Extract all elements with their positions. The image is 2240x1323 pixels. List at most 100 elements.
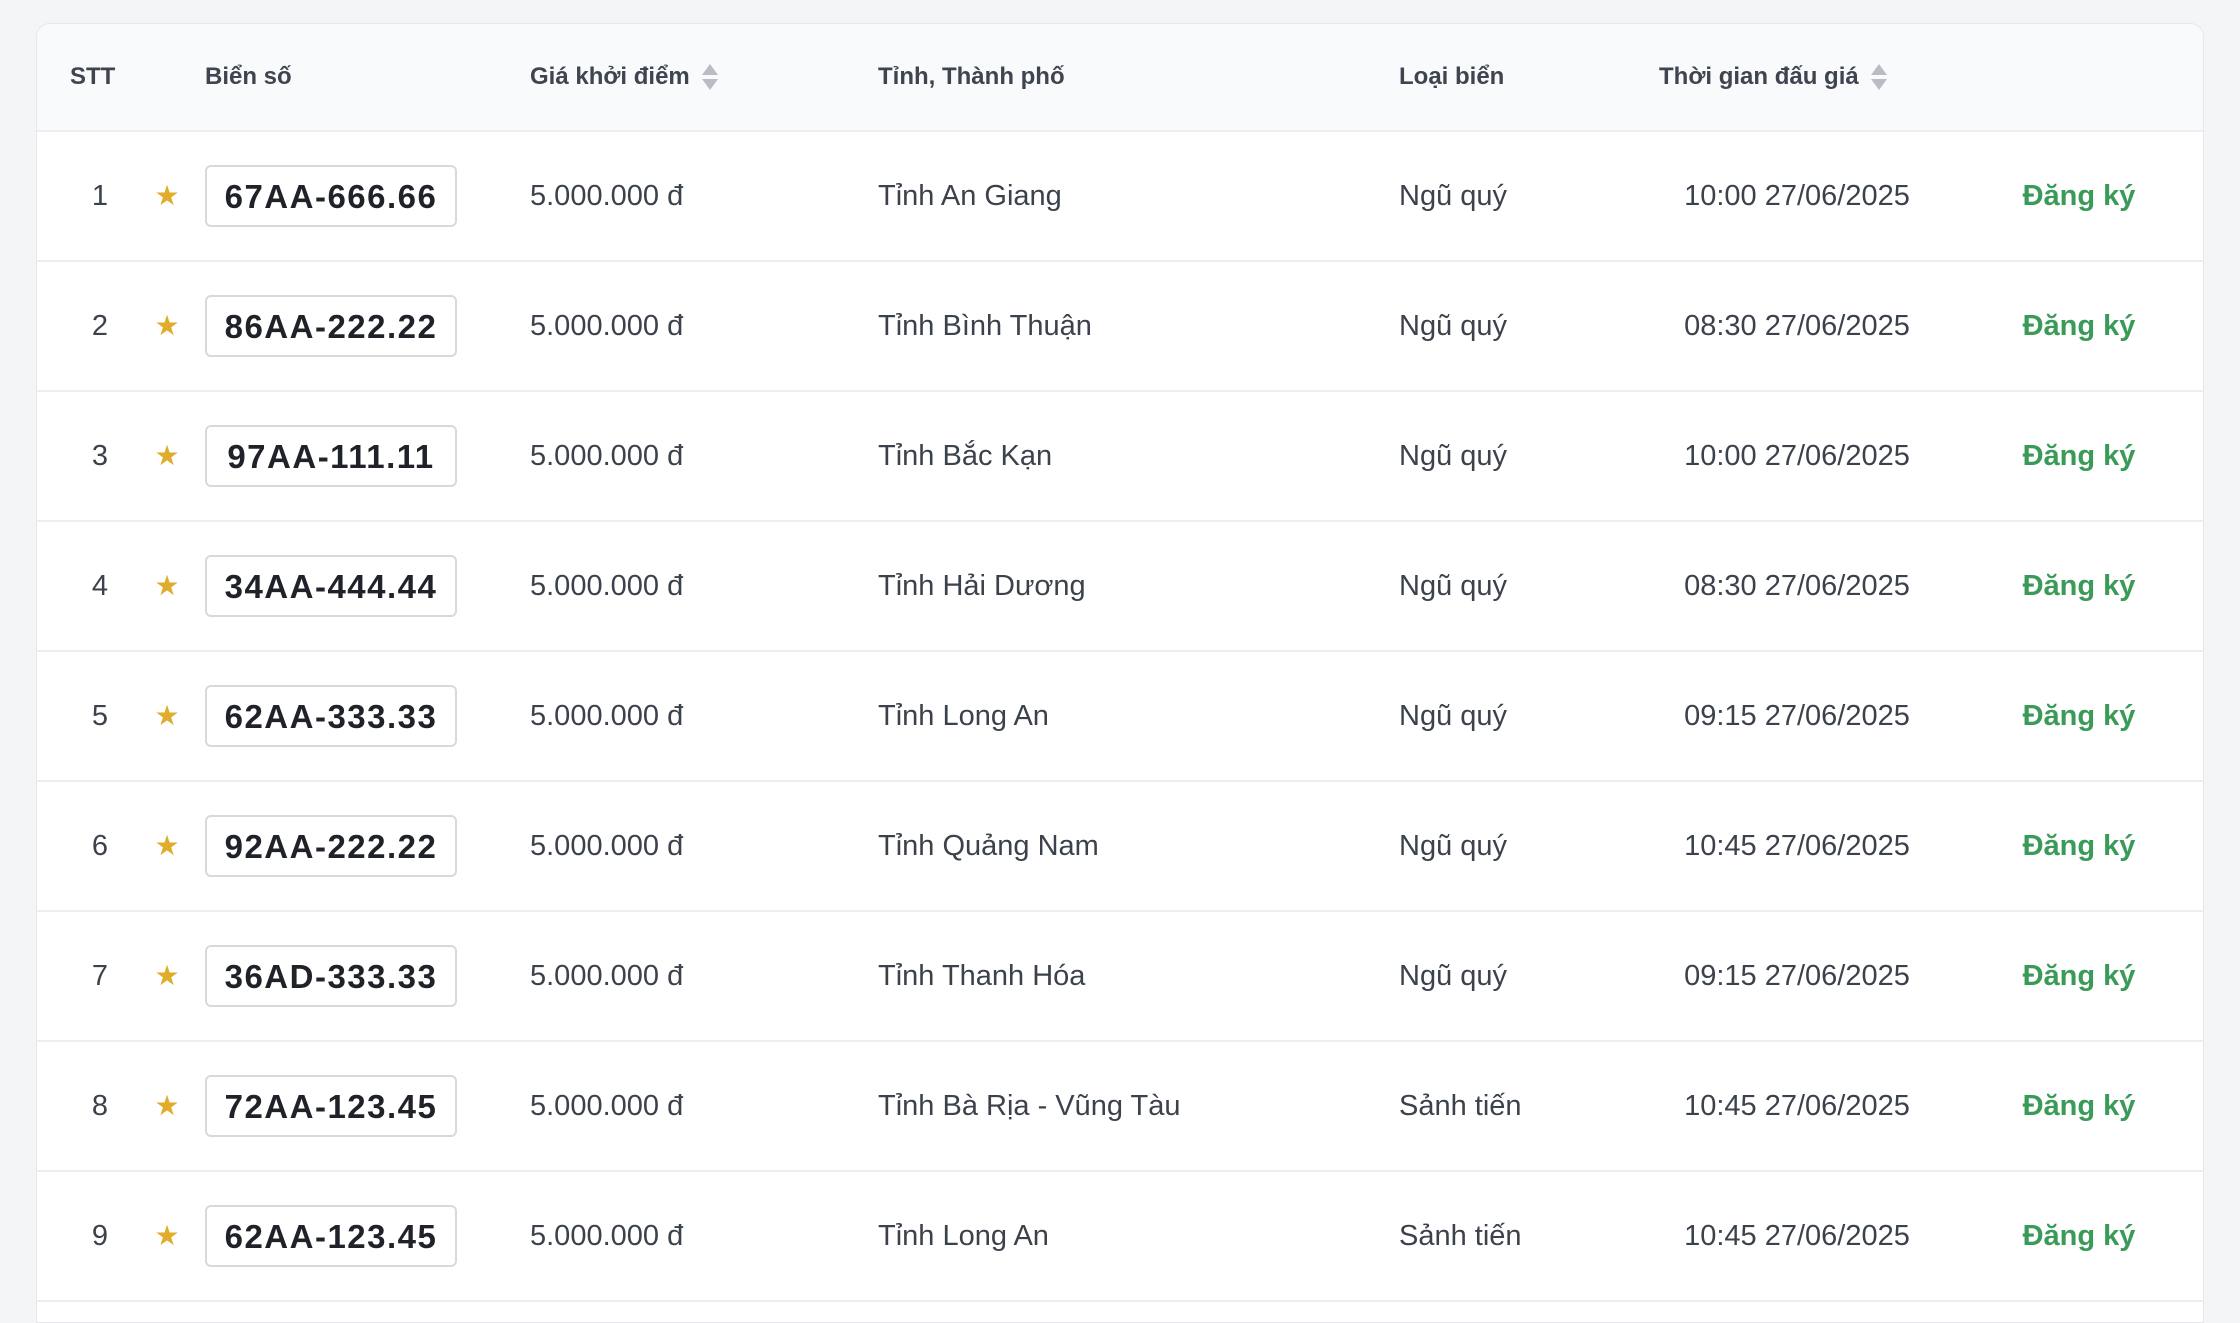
action-cell: Đăng ký bbox=[1987, 912, 2171, 1040]
province-name: Tỉnh Quảng Nam bbox=[878, 829, 1099, 862]
province-cell: Tỉnh An Giang bbox=[878, 132, 1062, 260]
row-stt: 1 bbox=[37, 132, 147, 260]
auction-table: STT Biển số Giá khởi điểm Tỉnh, Thành ph… bbox=[36, 23, 2204, 1323]
type-cell: Ngũ quý bbox=[1399, 652, 1507, 780]
register-button[interactable]: Đăng ký bbox=[2023, 310, 2136, 343]
table-row: 4 ★ 34AA-444.44 5.000.000 đ Tỉnh Hải Dươ… bbox=[37, 522, 2203, 652]
action-cell: Đăng ký bbox=[1987, 262, 2171, 390]
auction-time: 09:15 27/06/2025 bbox=[1684, 959, 1910, 992]
time-cell: 10:45 27/06/2025 bbox=[1607, 1172, 1987, 1300]
license-plate[interactable]: 34AA-444.44 bbox=[205, 555, 457, 617]
row-stt-value: 1 bbox=[91, 179, 109, 212]
province-cell: Tỉnh Quảng Nam bbox=[878, 782, 1099, 910]
row-stt-value: 3 bbox=[91, 439, 109, 472]
plate-type: Ngũ quý bbox=[1399, 959, 1508, 992]
starting-price: 5.000.000 đ bbox=[530, 1219, 684, 1252]
type-cell: Ngũ quý bbox=[1399, 912, 1507, 1040]
plate-type: Sảnh tiến bbox=[1399, 1089, 1522, 1122]
license-plate[interactable]: 92AA-222.22 bbox=[205, 815, 457, 877]
starting-price: 5.000.000 đ bbox=[530, 309, 684, 342]
plate-type: Sảnh tiến bbox=[1399, 1219, 1522, 1252]
starting-price: 5.000.000 đ bbox=[530, 699, 684, 732]
register-button[interactable]: Đăng ký bbox=[2023, 1220, 2136, 1253]
license-plate[interactable]: 86AA-222.22 bbox=[205, 295, 457, 357]
plate-type: Ngũ quý bbox=[1399, 699, 1508, 732]
action-cell: Đăng ký bbox=[1987, 782, 2171, 910]
price-cell: 5.000.000 đ bbox=[530, 1172, 683, 1300]
action-cell: Đăng ký bbox=[1987, 522, 2171, 650]
table-row: 8 ★ 72AA-123.45 5.000.000 đ Tỉnh Bà Rịa … bbox=[37, 1042, 2203, 1172]
star-icon[interactable]: ★ bbox=[154, 1222, 179, 1250]
license-plate[interactable]: 97AA-111.11 bbox=[205, 425, 457, 487]
register-button[interactable]: Đăng ký bbox=[2023, 830, 2136, 863]
price-cell: 5.000.000 đ bbox=[530, 1042, 683, 1170]
license-plate[interactable]: 72AA-123.45 bbox=[205, 1075, 457, 1137]
plate-type: Ngũ quý bbox=[1399, 309, 1508, 342]
star-icon[interactable]: ★ bbox=[154, 832, 179, 860]
star-icon[interactable]: ★ bbox=[154, 312, 179, 340]
star-icon[interactable]: ★ bbox=[154, 962, 179, 990]
price-cell: 5.000.000 đ bbox=[530, 652, 683, 780]
table-row: 6 ★ 92AA-222.22 5.000.000 đ Tỉnh Quảng N… bbox=[37, 782, 2203, 912]
time-cell: 10:45 27/06/2025 bbox=[1607, 1042, 1987, 1170]
license-plate[interactable]: 62AA-333.33 bbox=[205, 685, 457, 747]
plate-cell: 62AA-333.33 bbox=[205, 652, 457, 780]
row-stt-value: 4 bbox=[91, 569, 109, 602]
province-name: Tỉnh Hải Dương bbox=[878, 569, 1086, 602]
plate-cell: 62AA-123.45 bbox=[205, 1172, 457, 1300]
register-button[interactable]: Đăng ký bbox=[2023, 180, 2136, 213]
time-cell: 10:00 27/06/2025 bbox=[1607, 392, 1987, 520]
province-cell: Tỉnh Long An bbox=[878, 1172, 1049, 1300]
action-cell: Đăng ký bbox=[1987, 132, 2171, 260]
star-icon[interactable]: ★ bbox=[154, 442, 179, 470]
register-button[interactable]: Đăng ký bbox=[2023, 960, 2136, 993]
province-cell: Tỉnh Hải Dương bbox=[878, 522, 1086, 650]
action-cell: Đăng ký bbox=[1987, 652, 2171, 780]
row-stt-value: 7 bbox=[91, 959, 109, 992]
price-cell: 5.000.000 đ bbox=[530, 782, 683, 910]
star-icon[interactable]: ★ bbox=[154, 702, 179, 730]
action-cell: Đăng ký bbox=[1987, 1042, 2171, 1170]
register-button[interactable]: Đăng ký bbox=[2023, 570, 2136, 603]
header-time-label: Thời gian đấu giá bbox=[1659, 63, 1859, 90]
row-stt: 5 bbox=[37, 652, 147, 780]
province-name: Tỉnh Bình Thuận bbox=[878, 309, 1092, 342]
province-name: Tỉnh Bà Rịa - Vũng Tàu bbox=[878, 1089, 1181, 1122]
license-plate[interactable]: 36AD-333.33 bbox=[205, 945, 457, 1007]
province-cell: Tỉnh Bà Rịa - Vũng Tàu bbox=[878, 1042, 1181, 1170]
register-button[interactable]: Đăng ký bbox=[2023, 700, 2136, 733]
register-button[interactable]: Đăng ký bbox=[2023, 440, 2136, 473]
plate-cell: 67AA-666.66 bbox=[205, 132, 457, 260]
row-stt: 2 bbox=[37, 262, 147, 390]
price-cell: 5.000.000 đ bbox=[530, 522, 683, 650]
auction-time: 10:00 27/06/2025 bbox=[1684, 179, 1910, 212]
province-cell: Tỉnh Long An bbox=[878, 652, 1049, 780]
table-row: 9 ★ 62AA-123.45 5.000.000 đ Tỉnh Long An… bbox=[37, 1172, 2203, 1302]
starting-price: 5.000.000 đ bbox=[530, 959, 684, 992]
row-stt: 8 bbox=[37, 1042, 147, 1170]
type-cell: Ngũ quý bbox=[1399, 522, 1507, 650]
starting-price: 5.000.000 đ bbox=[530, 1089, 684, 1122]
plate-cell: 36AD-333.33 bbox=[205, 912, 457, 1040]
register-button[interactable]: Đăng ký bbox=[2023, 1090, 2136, 1123]
sort-icon[interactable] bbox=[701, 62, 718, 92]
starting-price: 5.000.000 đ bbox=[530, 439, 684, 472]
star-icon[interactable]: ★ bbox=[154, 572, 179, 600]
star-icon[interactable]: ★ bbox=[154, 182, 179, 210]
plate-type: Ngũ quý bbox=[1399, 439, 1508, 472]
header-plate: Biển số bbox=[205, 24, 292, 130]
auction-time: 08:30 27/06/2025 bbox=[1684, 569, 1910, 602]
province-name: Tỉnh Long An bbox=[878, 699, 1049, 732]
license-plate[interactable]: 67AA-666.66 bbox=[205, 165, 457, 227]
type-cell: Ngũ quý bbox=[1399, 132, 1507, 260]
province-cell: Tỉnh Thanh Hóa bbox=[878, 912, 1085, 1040]
header-time[interactable]: Thời gian đấu giá bbox=[1659, 24, 1887, 130]
header-price[interactable]: Giá khởi điểm bbox=[530, 24, 718, 130]
plate-cell: 34AA-444.44 bbox=[205, 522, 457, 650]
header-price-label: Giá khởi điểm bbox=[530, 63, 690, 90]
auction-time: 09:15 27/06/2025 bbox=[1684, 699, 1910, 732]
row-stt: 4 bbox=[37, 522, 147, 650]
license-plate[interactable]: 62AA-123.45 bbox=[205, 1205, 457, 1267]
star-icon[interactable]: ★ bbox=[154, 1092, 179, 1120]
sort-icon[interactable] bbox=[1870, 62, 1887, 92]
